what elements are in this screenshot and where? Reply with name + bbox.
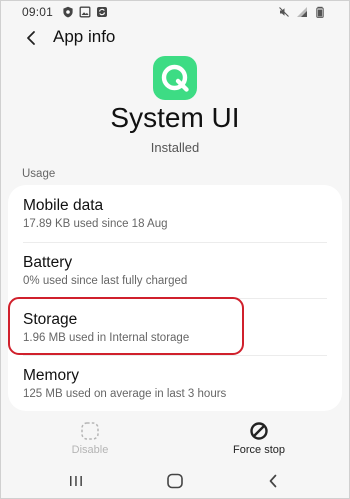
usage-item-subtitle: 1.96 MB used in Internal storage [23,332,190,344]
usage-item-subtitle: 125 MB used on average in last 3 hours [23,388,227,400]
arrow-left-icon [27,31,35,45]
usage-item-memory[interactable]: Memory 125 MB used on average in last 3 … [8,355,342,411]
usage-item-title: Storage [23,311,78,328]
usage-item-title: Mobile data [23,197,104,214]
home-icon [167,473,183,489]
navigation-bar [0,466,350,496]
usage-item-subtitle: 17.89 KB used since 18 Aug [23,218,168,230]
usage-item-title: Memory [23,367,79,384]
mute-icon [279,7,289,17]
disable-button[interactable]: Disable [40,418,140,462]
android-q-logo-icon [153,56,197,100]
usage-card: Mobile data 17.89 KB used since 18 Aug B… [8,185,342,411]
status-time: 09:01 [22,5,54,19]
app-name: System UI [110,102,240,133]
nav-back-button[interactable] [261,470,285,492]
recents-icon [70,476,82,486]
force-stop-button[interactable]: Force stop [209,418,309,462]
usage-item-subtitle: 0% used since last fully charged [23,275,188,287]
app-install-status: Installed [150,140,200,155]
back-button[interactable] [20,27,42,49]
back-chevron-icon [269,474,277,488]
disable-label: Disable [71,444,109,456]
force-stop-icon [250,422,268,440]
app-bar: App info [0,26,350,50]
force-stop-label: Force stop [233,444,285,456]
usage-item-title: Battery [23,254,73,271]
app-info-screen: 09:01 App info System UI Installed Usage… [0,0,350,499]
usage-item-mobile-data[interactable]: Mobile data 17.89 KB used since 18 Aug [8,185,342,241]
usage-item-battery[interactable]: Battery 0% used since last fully charged [8,242,342,298]
battery-icon [316,6,324,18]
usage-section-label: Usage [22,168,56,180]
sync-icon [97,7,107,17]
bottom-action-bar: Disable Force stop [0,418,350,462]
status-bar: 09:01 [0,0,350,24]
recents-button[interactable] [64,470,88,492]
status-notification-icons [62,6,108,18]
page-title: App info [53,27,116,46]
shield-icon [63,6,73,18]
status-system-icons [278,6,326,18]
usage-item-storage[interactable]: Storage 1.96 MB used in Internal storage [8,299,342,355]
disable-icon [81,422,99,440]
image-icon [79,6,91,18]
home-button[interactable] [163,470,187,492]
signal-icon [297,7,307,17]
